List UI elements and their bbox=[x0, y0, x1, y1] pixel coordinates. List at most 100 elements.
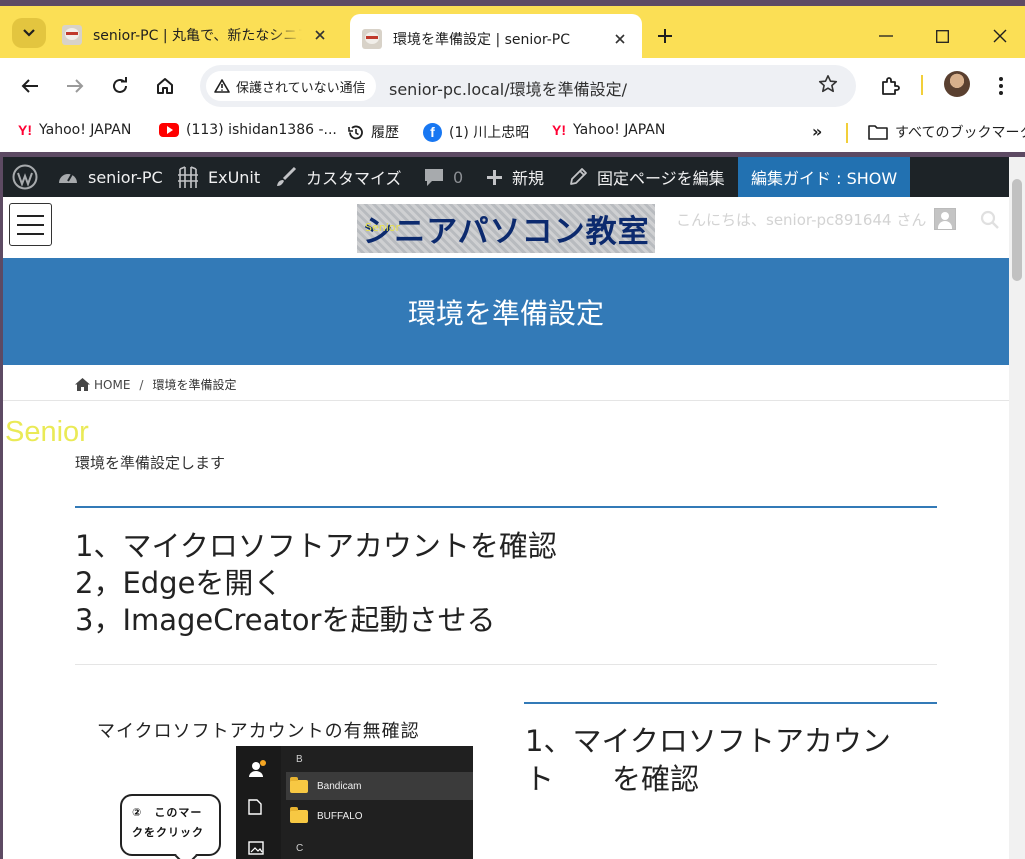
page-title: 環境を準備設定 bbox=[407, 296, 604, 330]
admin-guide-label: 編集ガイド : SHOW bbox=[751, 169, 898, 188]
bookmark-label: 履歴 bbox=[371, 125, 399, 141]
bookmark-star-icon[interactable] bbox=[818, 74, 838, 98]
user-greeting[interactable]: こんにちは、senior-pc891644 さん bbox=[676, 208, 957, 230]
maximize-button[interactable] bbox=[929, 23, 955, 49]
explorer-screenshot: B Bandicam BUFFALO C bbox=[236, 746, 473, 859]
youtube-icon bbox=[159, 123, 179, 137]
profile-avatar[interactable] bbox=[944, 71, 970, 97]
callout-line: ② このマー bbox=[132, 806, 203, 819]
browser-toolbar: 保護されていない通信 senior-pc.local/環境を準備設定/ bbox=[0, 58, 1025, 114]
back-button[interactable] bbox=[16, 72, 44, 100]
account-icon bbox=[248, 760, 266, 782]
tab-environment-setup[interactable]: 環境を準備設定 | senior-PC bbox=[350, 14, 642, 64]
bookmark-yahoo-japan-1[interactable]: Y! Yahoo! JAPAN bbox=[18, 122, 131, 138]
intro-text: 環境を準備設定します bbox=[75, 454, 226, 472]
exunit-icon bbox=[178, 166, 198, 188]
reload-button[interactable] bbox=[106, 72, 134, 100]
extensions-button[interactable] bbox=[876, 72, 904, 100]
wordpress-icon bbox=[12, 164, 38, 190]
pencil-icon bbox=[570, 168, 587, 185]
bookmark-yahoo-japan-2[interactable]: Y! Yahoo! JAPAN bbox=[552, 122, 665, 138]
bookmark-label: すべてのブックマーク bbox=[895, 125, 1025, 141]
admin-exunit-menu[interactable]: ExUnit bbox=[177, 157, 260, 197]
tab-title: senior-PC | 丸亀で、新たなシニアの bbox=[93, 28, 302, 44]
bookmark-youtube[interactable]: (113) ishidan1386 -... bbox=[159, 122, 337, 138]
hamburger-menu-button[interactable] bbox=[9, 203, 52, 246]
bookmark-facebook[interactable]: f (1) 川上忠昭 bbox=[423, 122, 529, 142]
header-search-button[interactable] bbox=[980, 210, 999, 233]
section-top-rule bbox=[524, 702, 937, 704]
step-item: 3，ImageCreatorを起動させる bbox=[75, 603, 496, 637]
breadcrumb-home-link[interactable]: HOME bbox=[75, 378, 130, 392]
admin-site-label: senior-PC bbox=[88, 167, 163, 187]
site-favicon-icon bbox=[362, 29, 382, 49]
steps-bottom-rule bbox=[75, 664, 937, 665]
hamburger-line bbox=[17, 214, 44, 217]
maximize-icon bbox=[935, 29, 949, 43]
document-icon bbox=[248, 799, 262, 819]
more-vert-icon bbox=[999, 77, 1003, 95]
all-bookmarks-button[interactable]: すべてのブックマーク bbox=[868, 122, 1025, 142]
folder-icon bbox=[290, 776, 308, 793]
puzzle-icon bbox=[882, 77, 900, 95]
site-header: Senior シニアパソコン教室 こんにちは、senior-pc891644 さ… bbox=[3, 197, 1009, 258]
bookmark-history[interactable]: 履歴 bbox=[347, 122, 399, 142]
explorer-sidebar bbox=[236, 746, 281, 859]
page-scrollbar[interactable] bbox=[1009, 157, 1025, 859]
arrow-left-icon bbox=[21, 79, 38, 93]
greeting-text: こんにちは、senior-pc891644 さん bbox=[676, 210, 927, 229]
close-tab-icon[interactable] bbox=[610, 29, 630, 49]
bookmarks-divider bbox=[846, 123, 848, 143]
wordpress-logo-button[interactable] bbox=[12, 157, 47, 197]
tab-title: 環境を準備設定 | senior-PC bbox=[393, 32, 570, 48]
admin-new-label: 新規 bbox=[512, 169, 545, 188]
admin-edit-guide-button[interactable]: 編集ガイド : SHOW bbox=[738, 157, 911, 197]
section-heading: 1、マイクロソフトアカウン ト を確認 bbox=[525, 724, 891, 796]
url-text: senior-pc.local/環境を準備設定/ bbox=[389, 80, 627, 99]
plus-icon bbox=[658, 29, 672, 43]
tab-search-button[interactable] bbox=[12, 18, 46, 48]
steps-heading: 1、マイクロソフトアカウントを確認 2，Edgeを開く 3，ImageCreat… bbox=[75, 528, 557, 639]
toolbar-divider bbox=[921, 75, 923, 95]
menu-button[interactable] bbox=[987, 72, 1015, 100]
security-chip[interactable]: 保護されていない通信 bbox=[206, 71, 376, 101]
admin-comments-menu[interactable]: 0 bbox=[424, 157, 463, 197]
new-tab-button[interactable] bbox=[652, 23, 678, 49]
senior-text: Senior bbox=[5, 416, 89, 448]
admin-edit-page-menu[interactable]: 固定ページを編集 bbox=[568, 157, 725, 197]
forward-button[interactable] bbox=[61, 72, 89, 100]
scrollbar-thumb[interactable] bbox=[1012, 179, 1022, 281]
warning-icon bbox=[214, 79, 230, 93]
breadcrumb-divider bbox=[3, 400, 1009, 401]
address-bar[interactable]: 保護されていない通信 senior-pc.local/環境を準備設定/ bbox=[200, 65, 856, 107]
tab-senior-pc-home[interactable]: senior-PC | 丸亀で、新たなシニアの bbox=[50, 12, 342, 58]
step-item: 1、マイクロソフトアカウントを確認 bbox=[75, 529, 557, 563]
admin-customize-menu[interactable]: カスタマイズ bbox=[275, 157, 402, 197]
site-logo[interactable]: Senior シニアパソコン教室 bbox=[357, 204, 655, 253]
close-window-button[interactable] bbox=[987, 23, 1013, 49]
admin-site-menu[interactable]: senior-PC bbox=[57, 157, 163, 197]
folder-icon bbox=[290, 806, 308, 823]
bookmarks-overflow-button[interactable]: » bbox=[812, 122, 822, 141]
yahoo-japan-icon: Y! bbox=[18, 122, 32, 138]
bookmark-label: Yahoo! JAPAN bbox=[573, 122, 666, 138]
plus-icon bbox=[487, 169, 502, 185]
home-icon bbox=[75, 378, 90, 391]
site-favicon-icon bbox=[62, 25, 82, 45]
site-logo-text: シニアパソコン教室 bbox=[362, 214, 650, 250]
close-tab-icon[interactable] bbox=[310, 25, 330, 45]
instruction-image: マイクロソフトアカウントの有無確認 B Bandicam BUFFALO C ②… bbox=[75, 705, 475, 859]
bookmark-label: (113) ishidan1386 -... bbox=[186, 122, 337, 138]
callout-bubble: ② このマー クをクリック bbox=[120, 794, 221, 856]
bookmark-label: Yahoo! JAPAN bbox=[39, 122, 132, 138]
home-button[interactable] bbox=[151, 72, 179, 100]
reload-icon bbox=[113, 77, 127, 93]
user-avatar-icon bbox=[934, 208, 957, 230]
picture-icon bbox=[248, 840, 264, 859]
explorer-row-label: BUFFALO bbox=[317, 810, 363, 822]
breadcrumb-current: 環境を準備設定 bbox=[152, 378, 237, 392]
steps-top-rule bbox=[75, 506, 937, 508]
minimize-button[interactable] bbox=[873, 23, 899, 49]
admin-new-menu[interactable]: 新規 bbox=[486, 157, 544, 197]
home-icon bbox=[157, 78, 173, 94]
